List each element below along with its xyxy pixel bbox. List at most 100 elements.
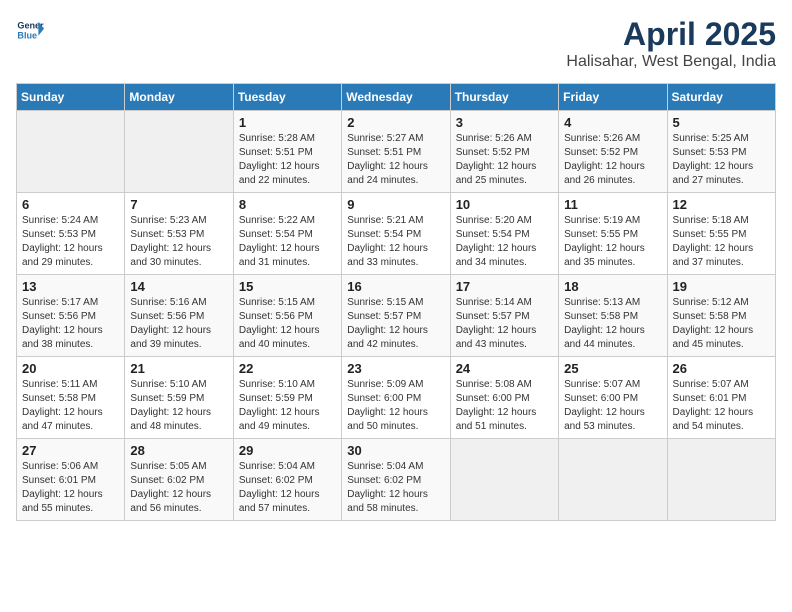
day-info: Sunrise: 5:13 AMSunset: 5:58 PMDaylight:…	[564, 296, 661, 352]
calendar-cell: 29 Sunrise: 5:04 AMSunset: 6:02 PMDayligh…	[233, 439, 341, 521]
calendar-cell: 19 Sunrise: 5:12 AMSunset: 5:58 PMDayligh…	[667, 275, 775, 357]
day-of-week-header: Friday	[559, 84, 667, 111]
calendar-cell	[125, 111, 233, 193]
day-info: Sunrise: 5:10 AMSunset: 5:59 PMDaylight:…	[239, 378, 336, 434]
day-of-week-header: Sunday	[17, 84, 125, 111]
day-info: Sunrise: 5:20 AMSunset: 5:54 PMDaylight:…	[456, 214, 553, 270]
calendar-cell: 30 Sunrise: 5:04 AMSunset: 6:02 PMDayligh…	[342, 439, 450, 521]
day-of-week-header: Saturday	[667, 84, 775, 111]
day-number: 24	[456, 361, 553, 376]
day-info: Sunrise: 5:08 AMSunset: 6:00 PMDaylight:…	[456, 378, 553, 434]
day-number: 12	[673, 197, 770, 212]
calendar-cell: 22Sunrise: 5:10 AMSunset: 5:59 PMDayligh…	[233, 357, 341, 439]
day-number: 4	[564, 115, 661, 130]
day-number: 26	[673, 361, 770, 376]
calendar-cell: 23 Sunrise: 5:09 AMSunset: 6:00 PMDayligh…	[342, 357, 450, 439]
calendar-cell: 7 Sunrise: 5:23 AMSunset: 5:53 PMDaylight…	[125, 193, 233, 275]
day-number: 29	[239, 443, 336, 458]
day-number: 9	[347, 197, 444, 212]
day-number: 1	[239, 115, 336, 130]
calendar-cell: 8 Sunrise: 5:22 AMSunset: 5:54 PMDaylight…	[233, 193, 341, 275]
day-number: 8	[239, 197, 336, 212]
day-number: 6	[22, 197, 119, 212]
calendar-cell: 3 Sunrise: 5:26 AMSunset: 5:52 PMDaylight…	[450, 111, 558, 193]
day-number: 2	[347, 115, 444, 130]
calendar-cell: 10 Sunrise: 5:20 AMSunset: 5:54 PMDayligh…	[450, 193, 558, 275]
day-info: Sunrise: 5:05 AMSunset: 6:02 PMDaylight:…	[130, 460, 227, 516]
day-info: Sunrise: 5:23 AMSunset: 5:53 PMDaylight:…	[130, 214, 227, 270]
calendar-cell	[667, 439, 775, 521]
calendar-cell	[450, 439, 558, 521]
day-info: Sunrise: 5:09 AMSunset: 6:00 PMDaylight:…	[347, 378, 444, 434]
day-number: 14	[130, 279, 227, 294]
day-number: 19	[673, 279, 770, 294]
page-header: General Blue April 2025 Halisahar, West …	[16, 16, 776, 71]
day-of-week-header: Tuesday	[233, 84, 341, 111]
calendar-cell: 13 Sunrise: 5:17 AMSunset: 5:56 PMDayligh…	[17, 275, 125, 357]
day-number: 13	[22, 279, 119, 294]
calendar-cell: 21Sunrise: 5:10 AMSunset: 5:59 PMDayligh…	[125, 357, 233, 439]
calendar-title: April 2025	[566, 16, 776, 53]
day-of-week-header: Monday	[125, 84, 233, 111]
day-info: Sunrise: 5:15 AMSunset: 5:57 PMDaylight:…	[347, 296, 444, 352]
day-info: Sunrise: 5:16 AMSunset: 5:56 PMDaylight:…	[130, 296, 227, 352]
day-info: Sunrise: 5:04 AMSunset: 6:02 PMDaylight:…	[347, 460, 444, 516]
day-number: 23	[347, 361, 444, 376]
calendar-table: SundayMondayTuesdayWednesdayThursdayFrid…	[16, 83, 776, 521]
calendar-cell	[559, 439, 667, 521]
day-info: Sunrise: 5:04 AMSunset: 6:02 PMDaylight:…	[239, 460, 336, 516]
day-info: Sunrise: 5:06 AMSunset: 6:01 PMDaylight:…	[22, 460, 119, 516]
day-info: Sunrise: 5:21 AMSunset: 5:54 PMDaylight:…	[347, 214, 444, 270]
day-number: 5	[673, 115, 770, 130]
day-info: Sunrise: 5:11 AMSunset: 5:58 PMDaylight:…	[22, 378, 119, 434]
day-info: Sunrise: 5:26 AMSunset: 5:52 PMDaylight:…	[564, 132, 661, 188]
day-info: Sunrise: 5:28 AMSunset: 5:51 PMDaylight:…	[239, 132, 336, 188]
calendar-cell: 9 Sunrise: 5:21 AMSunset: 5:54 PMDaylight…	[342, 193, 450, 275]
calendar-cell: 2 Sunrise: 5:27 AMSunset: 5:51 PMDaylight…	[342, 111, 450, 193]
calendar-cell: 20Sunrise: 5:11 AMSunset: 5:58 PMDayligh…	[17, 357, 125, 439]
calendar-cell: 17 Sunrise: 5:14 AMSunset: 5:57 PMDayligh…	[450, 275, 558, 357]
day-info: Sunrise: 5:19 AMSunset: 5:55 PMDaylight:…	[564, 214, 661, 270]
calendar-cell: 12Sunrise: 5:18 AMSunset: 5:55 PMDayligh…	[667, 193, 775, 275]
day-number: 11	[564, 197, 661, 212]
day-number: 25	[564, 361, 661, 376]
calendar-cell: 1 Sunrise: 5:28 AMSunset: 5:51 PMDaylight…	[233, 111, 341, 193]
day-number: 17	[456, 279, 553, 294]
logo-icon: General Blue	[16, 16, 44, 44]
title-area: April 2025 Halisahar, West Bengal, India	[566, 16, 776, 71]
calendar-cell: 18 Sunrise: 5:13 AMSunset: 5:58 PMDayligh…	[559, 275, 667, 357]
day-info: Sunrise: 5:14 AMSunset: 5:57 PMDaylight:…	[456, 296, 553, 352]
day-info: Sunrise: 5:24 AMSunset: 5:53 PMDaylight:…	[22, 214, 119, 270]
calendar-cell: 25 Sunrise: 5:07 AMSunset: 6:00 PMDayligh…	[559, 357, 667, 439]
day-number: 7	[130, 197, 227, 212]
day-number: 30	[347, 443, 444, 458]
logo: General Blue	[16, 16, 44, 44]
day-number: 3	[456, 115, 553, 130]
day-of-week-header: Thursday	[450, 84, 558, 111]
day-number: 10	[456, 197, 553, 212]
calendar-cell	[17, 111, 125, 193]
calendar-cell: 5 Sunrise: 5:25 AMSunset: 5:53 PMDaylight…	[667, 111, 775, 193]
day-number: 18	[564, 279, 661, 294]
calendar-cell: 6 Sunrise: 5:24 AMSunset: 5:53 PMDaylight…	[17, 193, 125, 275]
day-info: Sunrise: 5:12 AMSunset: 5:58 PMDaylight:…	[673, 296, 770, 352]
day-info: Sunrise: 5:25 AMSunset: 5:53 PMDaylight:…	[673, 132, 770, 188]
day-info: Sunrise: 5:27 AMSunset: 5:51 PMDaylight:…	[347, 132, 444, 188]
calendar-subtitle: Halisahar, West Bengal, India	[566, 53, 776, 71]
calendar-cell: 27Sunrise: 5:06 AMSunset: 6:01 PMDayligh…	[17, 439, 125, 521]
day-number: 16	[347, 279, 444, 294]
day-info: Sunrise: 5:22 AMSunset: 5:54 PMDaylight:…	[239, 214, 336, 270]
day-info: Sunrise: 5:17 AMSunset: 5:56 PMDaylight:…	[22, 296, 119, 352]
calendar-cell: 16 Sunrise: 5:15 AMSunset: 5:57 PMDayligh…	[342, 275, 450, 357]
day-of-week-header: Wednesday	[342, 84, 450, 111]
calendar-cell: 24 Sunrise: 5:08 AMSunset: 6:00 PMDayligh…	[450, 357, 558, 439]
calendar-cell: 26 Sunrise: 5:07 AMSunset: 6:01 PMDayligh…	[667, 357, 775, 439]
calendar-cell: 11 Sunrise: 5:19 AMSunset: 5:55 PMDayligh…	[559, 193, 667, 275]
day-info: Sunrise: 5:07 AMSunset: 6:01 PMDaylight:…	[673, 378, 770, 434]
day-info: Sunrise: 5:10 AMSunset: 5:59 PMDaylight:…	[130, 378, 227, 434]
day-info: Sunrise: 5:07 AMSunset: 6:00 PMDaylight:…	[564, 378, 661, 434]
day-info: Sunrise: 5:15 AMSunset: 5:56 PMDaylight:…	[239, 296, 336, 352]
calendar-cell: 28Sunrise: 5:05 AMSunset: 6:02 PMDayligh…	[125, 439, 233, 521]
day-info: Sunrise: 5:26 AMSunset: 5:52 PMDaylight:…	[456, 132, 553, 188]
day-number: 15	[239, 279, 336, 294]
